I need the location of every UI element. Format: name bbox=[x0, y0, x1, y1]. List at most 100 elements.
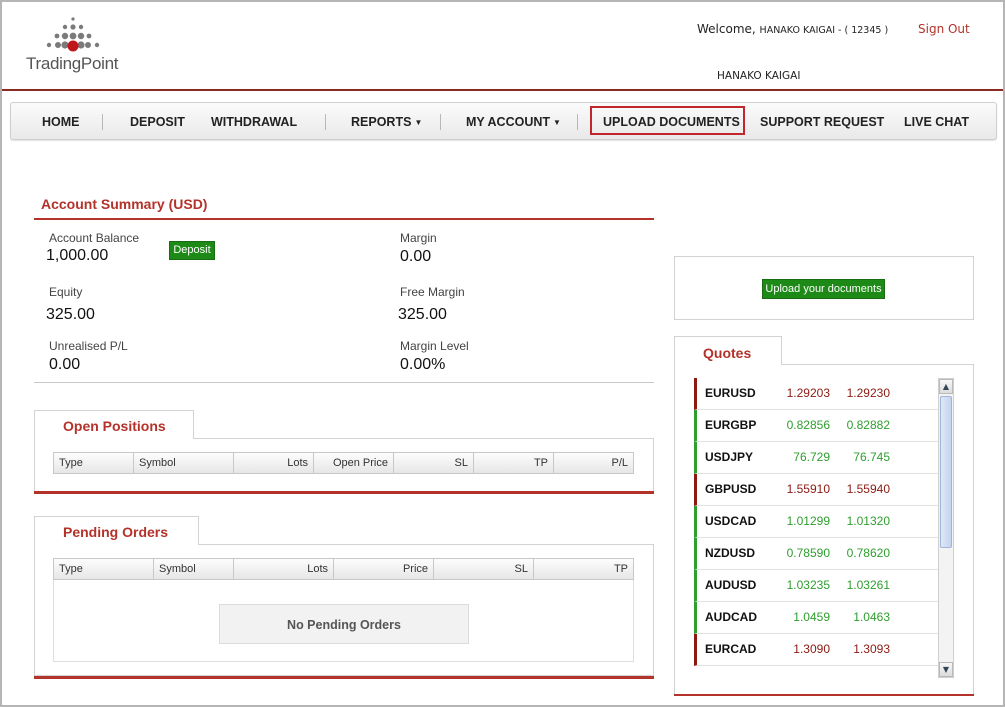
column-header[interactable]: Type bbox=[54, 559, 154, 579]
welcome-user: HANAKO KAIGAI - ( 12345 ) bbox=[759, 25, 889, 36]
no-pending-orders-message: No Pending Orders bbox=[219, 604, 469, 644]
logo-text: TradingPoint bbox=[26, 54, 119, 73]
quote-symbol: EURUSD bbox=[705, 386, 756, 400]
column-header[interactable]: Open Price bbox=[314, 453, 394, 473]
quote-bid: 1.3090 bbox=[793, 642, 830, 656]
quote-ask: 1.0463 bbox=[853, 610, 890, 624]
quote-bid: 1.55910 bbox=[786, 482, 830, 496]
nav-separator bbox=[325, 114, 326, 130]
unrealised-pl-label: Unrealised P/L bbox=[49, 339, 128, 353]
open-positions-header: Type Symbol Lots Open Price SL TP P/L bbox=[53, 452, 634, 474]
column-header[interactable]: Lots bbox=[234, 453, 314, 473]
quote-ask: 1.29230 bbox=[846, 386, 890, 400]
summary-divider bbox=[34, 218, 654, 220]
quote-row[interactable]: AUDUSD 1.03235 1.03261 bbox=[694, 570, 938, 602]
margin-level-value: 0.00% bbox=[400, 356, 446, 373]
quote-ask: 1.01320 bbox=[846, 514, 890, 528]
nav-deposit[interactable]: DEPOSIT bbox=[130, 103, 185, 141]
username-label: HANAKO KAIGAI bbox=[717, 70, 801, 82]
nav-separator bbox=[440, 114, 441, 130]
quote-symbol: EURGBP bbox=[705, 418, 757, 432]
quote-row[interactable]: EURCAD 1.3090 1.3093 bbox=[694, 634, 938, 666]
welcome-text: Welcome, HANAKO KAIGAI - ( 12345 ) bbox=[697, 22, 889, 36]
nav-reports[interactable]: REPORTS ▼ bbox=[351, 103, 422, 141]
quote-symbol: USDCAD bbox=[705, 514, 757, 528]
margin-level-label: Margin Level bbox=[400, 339, 469, 353]
quote-bid: 1.01299 bbox=[786, 514, 830, 528]
column-header[interactable]: TP bbox=[474, 453, 554, 473]
column-header[interactable]: TP bbox=[534, 559, 633, 579]
main-nav: HOME DEPOSIT WITHDRAWAL REPORTS ▼ MY ACCO… bbox=[10, 102, 997, 140]
quote-row[interactable]: EURUSD 1.29203 1.29230 bbox=[694, 378, 938, 410]
pending-orders-divider bbox=[34, 676, 654, 679]
margin-label: Margin bbox=[400, 231, 437, 245]
quote-row[interactable]: EURGBP 0.82856 0.82882 bbox=[694, 410, 938, 442]
equity-label: Equity bbox=[49, 285, 83, 299]
account-balance-value: 1,000.00 bbox=[46, 247, 109, 264]
quote-bid: 0.82856 bbox=[786, 418, 830, 432]
caret-down-icon: ▼ bbox=[553, 118, 561, 127]
quotes-scrollbar[interactable]: ▲ ▼ bbox=[938, 378, 954, 678]
quote-bid: 1.0459 bbox=[793, 610, 830, 624]
nav-withdrawal[interactable]: WITHDRAWAL bbox=[211, 103, 297, 141]
quote-symbol: GBPUSD bbox=[705, 482, 757, 496]
nav-live-chat[interactable]: LIVE CHAT bbox=[904, 103, 969, 141]
quote-bid: 0.78590 bbox=[786, 546, 830, 560]
scroll-down-icon[interactable]: ▼ bbox=[939, 662, 953, 677]
nav-separator bbox=[577, 114, 578, 130]
tab-quotes[interactable]: Quotes bbox=[674, 336, 782, 365]
quote-row[interactable]: AUDCAD 1.0459 1.0463 bbox=[694, 602, 938, 634]
quote-bid: 76.729 bbox=[793, 450, 830, 464]
column-header[interactable]: Type bbox=[54, 453, 134, 473]
quote-bid: 1.03235 bbox=[786, 578, 830, 592]
quote-symbol: USDJPY bbox=[705, 450, 754, 464]
quote-row[interactable]: GBPUSD 1.55910 1.55940 bbox=[694, 474, 938, 506]
quotes-list: EURUSD 1.29203 1.29230 EURGBP 0.82856 0.82882… bbox=[694, 378, 938, 678]
scroll-up-icon[interactable]: ▲ bbox=[939, 379, 953, 394]
upload-documents-button[interactable]: Upload your documents bbox=[762, 279, 885, 299]
nav-upload-documents[interactable]: UPLOAD DOCUMENTS bbox=[603, 103, 740, 141]
equity-value: 325.00 bbox=[46, 306, 95, 323]
quote-symbol: AUDCAD bbox=[705, 610, 757, 624]
unrealised-pl-value: 0.00 bbox=[49, 356, 81, 373]
pending-orders-header: Type Symbol Lots Price SL TP bbox=[53, 558, 634, 580]
column-header[interactable]: SL bbox=[394, 453, 474, 473]
quote-symbol: EURCAD bbox=[705, 642, 757, 656]
account-balance-label: Account Balance bbox=[49, 231, 140, 245]
tab-open-positions[interactable]: Open Positions bbox=[34, 410, 194, 439]
nav-separator bbox=[102, 114, 103, 130]
quote-ask: 76.745 bbox=[853, 450, 890, 464]
scroll-thumb[interactable] bbox=[940, 396, 952, 548]
quote-symbol: AUDUSD bbox=[705, 578, 757, 592]
column-header[interactable]: Symbol bbox=[134, 453, 234, 473]
quote-ask: 1.3093 bbox=[853, 642, 890, 656]
nav-home[interactable]: HOME bbox=[42, 103, 80, 141]
nav-my-account[interactable]: MY ACCOUNT ▼ bbox=[466, 103, 561, 141]
header-divider bbox=[2, 89, 1003, 91]
quote-bid: 1.29203 bbox=[786, 386, 830, 400]
column-header[interactable]: Symbol bbox=[154, 559, 234, 579]
nav-support-request[interactable]: SUPPORT REQUEST bbox=[760, 103, 884, 141]
sign-out-link[interactable]: Sign Out bbox=[918, 22, 970, 36]
quotes-divider bbox=[674, 694, 974, 696]
margin-value: 0.00 bbox=[400, 248, 432, 265]
deposit-button[interactable]: Deposit bbox=[169, 241, 215, 260]
tab-pending-orders[interactable]: Pending Orders bbox=[34, 516, 199, 545]
summary-bottom-divider bbox=[34, 382, 654, 383]
open-positions-divider bbox=[34, 491, 654, 494]
quote-row[interactable]: USDCAD 1.01299 1.01320 bbox=[694, 506, 938, 538]
column-header[interactable]: P/L bbox=[554, 453, 633, 473]
quote-ask: 1.03261 bbox=[846, 578, 890, 592]
quote-ask: 1.55940 bbox=[846, 482, 890, 496]
caret-down-icon: ▼ bbox=[414, 118, 423, 127]
free-margin-value: 325.00 bbox=[398, 306, 447, 323]
free-margin-label: Free Margin bbox=[400, 285, 465, 299]
column-header[interactable]: SL bbox=[434, 559, 534, 579]
column-header[interactable]: Lots bbox=[234, 559, 334, 579]
quote-ask: 0.82882 bbox=[846, 418, 890, 432]
quote-ask: 0.78620 bbox=[846, 546, 890, 560]
quote-symbol: NZDUSD bbox=[705, 546, 755, 560]
quote-row[interactable]: NZDUSD 0.78590 0.78620 bbox=[694, 538, 938, 570]
column-header[interactable]: Price bbox=[334, 559, 434, 579]
quote-row[interactable]: USDJPY 76.729 76.745 bbox=[694, 442, 938, 474]
